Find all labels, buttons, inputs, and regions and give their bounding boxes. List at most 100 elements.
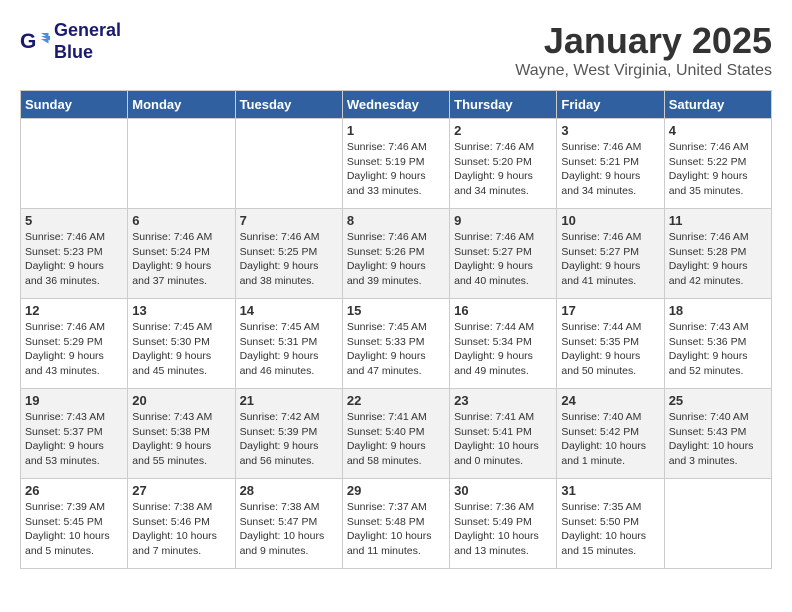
day-number: 10 [561,213,659,228]
calendar-table: SundayMondayTuesdayWednesdayThursdayFrid… [20,90,772,569]
day-info: Sunrise: 7:36 AM Sunset: 5:49 PM Dayligh… [454,500,552,559]
day-info: Sunrise: 7:46 AM Sunset: 5:22 PM Dayligh… [669,140,767,199]
calendar-day [664,479,771,569]
day-info: Sunrise: 7:44 AM Sunset: 5:34 PM Dayligh… [454,320,552,379]
day-info: Sunrise: 7:43 AM Sunset: 5:37 PM Dayligh… [25,410,123,469]
day-number: 23 [454,393,552,408]
calendar-day [235,119,342,209]
calendar-day: 6Sunrise: 7:46 AM Sunset: 5:24 PM Daylig… [128,209,235,299]
logo-text: General Blue [54,20,121,63]
calendar-day: 21 Sunrise: 7:42 AM Sunset: 5:39 PM Dayli… [235,389,342,479]
calendar-week-4: 19Sunrise: 7:43 AM Sunset: 5:37 PM Dayli… [21,389,772,479]
day-number: 18 [669,303,767,318]
day-info: Sunrise: 7:39 AM Sunset: 5:45 PM Dayligh… [25,500,123,559]
calendar-day: 30 Sunrise: 7:36 AM Sunset: 5:49 PM Dayli… [450,479,557,569]
calendar-day: 27Sunrise: 7:38 AM Sunset: 5:46 PM Dayli… [128,479,235,569]
calendar-day: 17 Sunrise: 7:44 AM Sunset: 5:35 PM Dayli… [557,299,664,389]
day-info: Sunrise: 7:41 AM Sunset: 5:40 PM Dayligh… [347,410,445,469]
day-number: 6 [132,213,230,228]
calendar-day: 28 Sunrise: 7:38 AM Sunset: 5:47 PM Dayli… [235,479,342,569]
calendar-day: 29 Sunrise: 7:37 AM Sunset: 5:48 PM Dayli… [342,479,449,569]
calendar-day: 15 Sunrise: 7:45 AM Sunset: 5:33 PM Dayli… [342,299,449,389]
day-info: Sunrise: 7:46 AM Sunset: 5:28 PM Dayligh… [669,230,767,289]
logo-icon: G [20,27,50,57]
day-number: 3 [561,123,659,138]
calendar-day: 4Sunrise: 7:46 AM Sunset: 5:22 PM Daylig… [664,119,771,209]
day-number: 25 [669,393,767,408]
calendar-day: 25 Sunrise: 7:40 AM Sunset: 5:43 PM Dayli… [664,389,771,479]
calendar-week-3: 12 Sunrise: 7:46 AM Sunset: 5:29 PM Dayli… [21,299,772,389]
day-number: 15 [347,303,445,318]
day-info: Sunrise: 7:45 AM Sunset: 5:33 PM Dayligh… [347,320,445,379]
day-number: 8 [347,213,445,228]
day-number: 2 [454,123,552,138]
calendar-week-1: 1Sunrise: 7:46 AM Sunset: 5:19 PM Daylig… [21,119,772,209]
weekday-header-wednesday: Wednesday [342,91,449,119]
day-info: Sunrise: 7:41 AM Sunset: 5:41 PM Dayligh… [454,410,552,469]
day-info: Sunrise: 7:46 AM Sunset: 5:19 PM Dayligh… [347,140,445,199]
location-title: Wayne, West Virginia, United States [515,62,772,80]
calendar-day: 8 Sunrise: 7:46 AM Sunset: 5:26 PM Daylig… [342,209,449,299]
day-info: Sunrise: 7:40 AM Sunset: 5:43 PM Dayligh… [669,410,767,469]
day-info: Sunrise: 7:46 AM Sunset: 5:27 PM Dayligh… [454,230,552,289]
day-info: Sunrise: 7:46 AM Sunset: 5:21 PM Dayligh… [561,140,659,199]
day-number: 22 [347,393,445,408]
weekday-header-friday: Friday [557,91,664,119]
day-info: Sunrise: 7:43 AM Sunset: 5:36 PM Dayligh… [669,320,767,379]
calendar-day [128,119,235,209]
day-info: Sunrise: 7:44 AM Sunset: 5:35 PM Dayligh… [561,320,659,379]
day-number: 12 [25,303,123,318]
day-info: Sunrise: 7:37 AM Sunset: 5:48 PM Dayligh… [347,500,445,559]
calendar-day: 16 Sunrise: 7:44 AM Sunset: 5:34 PM Dayli… [450,299,557,389]
day-number: 7 [240,213,338,228]
day-number: 13 [132,303,230,318]
day-info: Sunrise: 7:46 AM Sunset: 5:25 PM Dayligh… [240,230,338,289]
day-number: 30 [454,483,552,498]
calendar-day: 2 Sunrise: 7:46 AM Sunset: 5:20 PM Daylig… [450,119,557,209]
day-number: 28 [240,483,338,498]
day-info: Sunrise: 7:46 AM Sunset: 5:23 PM Dayligh… [25,230,123,289]
calendar-week-5: 26 Sunrise: 7:39 AM Sunset: 5:45 PM Dayli… [21,479,772,569]
calendar-day: 23 Sunrise: 7:41 AM Sunset: 5:41 PM Dayli… [450,389,557,479]
day-number: 17 [561,303,659,318]
day-number: 24 [561,393,659,408]
weekday-header-saturday: Saturday [664,91,771,119]
day-number: 29 [347,483,445,498]
calendar-day: 13 Sunrise: 7:45 AM Sunset: 5:30 PM Dayli… [128,299,235,389]
day-info: Sunrise: 7:45 AM Sunset: 5:31 PM Dayligh… [240,320,338,379]
day-number: 14 [240,303,338,318]
day-info: Sunrise: 7:46 AM Sunset: 5:27 PM Dayligh… [561,230,659,289]
day-number: 31 [561,483,659,498]
calendar-week-2: 5Sunrise: 7:46 AM Sunset: 5:23 PM Daylig… [21,209,772,299]
day-number: 16 [454,303,552,318]
day-info: Sunrise: 7:42 AM Sunset: 5:39 PM Dayligh… [240,410,338,469]
day-info: Sunrise: 7:38 AM Sunset: 5:47 PM Dayligh… [240,500,338,559]
calendar-day: 11 Sunrise: 7:46 AM Sunset: 5:28 PM Dayli… [664,209,771,299]
day-info: Sunrise: 7:46 AM Sunset: 5:29 PM Dayligh… [25,320,123,379]
day-number: 27 [132,483,230,498]
calendar-day: 3 Sunrise: 7:46 AM Sunset: 5:21 PM Daylig… [557,119,664,209]
day-number: 21 [240,393,338,408]
day-info: Sunrise: 7:40 AM Sunset: 5:42 PM Dayligh… [561,410,659,469]
calendar-day: 26 Sunrise: 7:39 AM Sunset: 5:45 PM Dayli… [21,479,128,569]
calendar-day: 20 Sunrise: 7:43 AM Sunset: 5:38 PM Dayli… [128,389,235,479]
weekday-header-sunday: Sunday [21,91,128,119]
day-info: Sunrise: 7:43 AM Sunset: 5:38 PM Dayligh… [132,410,230,469]
weekday-header-thursday: Thursday [450,91,557,119]
day-info: Sunrise: 7:35 AM Sunset: 5:50 PM Dayligh… [561,500,659,559]
day-number: 20 [132,393,230,408]
calendar-day: 7 Sunrise: 7:46 AM Sunset: 5:25 PM Daylig… [235,209,342,299]
day-info: Sunrise: 7:45 AM Sunset: 5:30 PM Dayligh… [132,320,230,379]
weekday-header-monday: Monday [128,91,235,119]
day-info: Sunrise: 7:46 AM Sunset: 5:26 PM Dayligh… [347,230,445,289]
calendar-body: 1Sunrise: 7:46 AM Sunset: 5:19 PM Daylig… [21,119,772,569]
calendar-day: 14 Sunrise: 7:45 AM Sunset: 5:31 PM Dayli… [235,299,342,389]
day-info: Sunrise: 7:46 AM Sunset: 5:20 PM Dayligh… [454,140,552,199]
calendar-day: 18 Sunrise: 7:43 AM Sunset: 5:36 PM Dayli… [664,299,771,389]
day-number: 26 [25,483,123,498]
logo: G General Blue [20,20,121,63]
day-number: 11 [669,213,767,228]
weekday-header-tuesday: Tuesday [235,91,342,119]
calendar-day: 10 Sunrise: 7:46 AM Sunset: 5:27 PM Dayli… [557,209,664,299]
calendar-day: 12 Sunrise: 7:46 AM Sunset: 5:29 PM Dayli… [21,299,128,389]
